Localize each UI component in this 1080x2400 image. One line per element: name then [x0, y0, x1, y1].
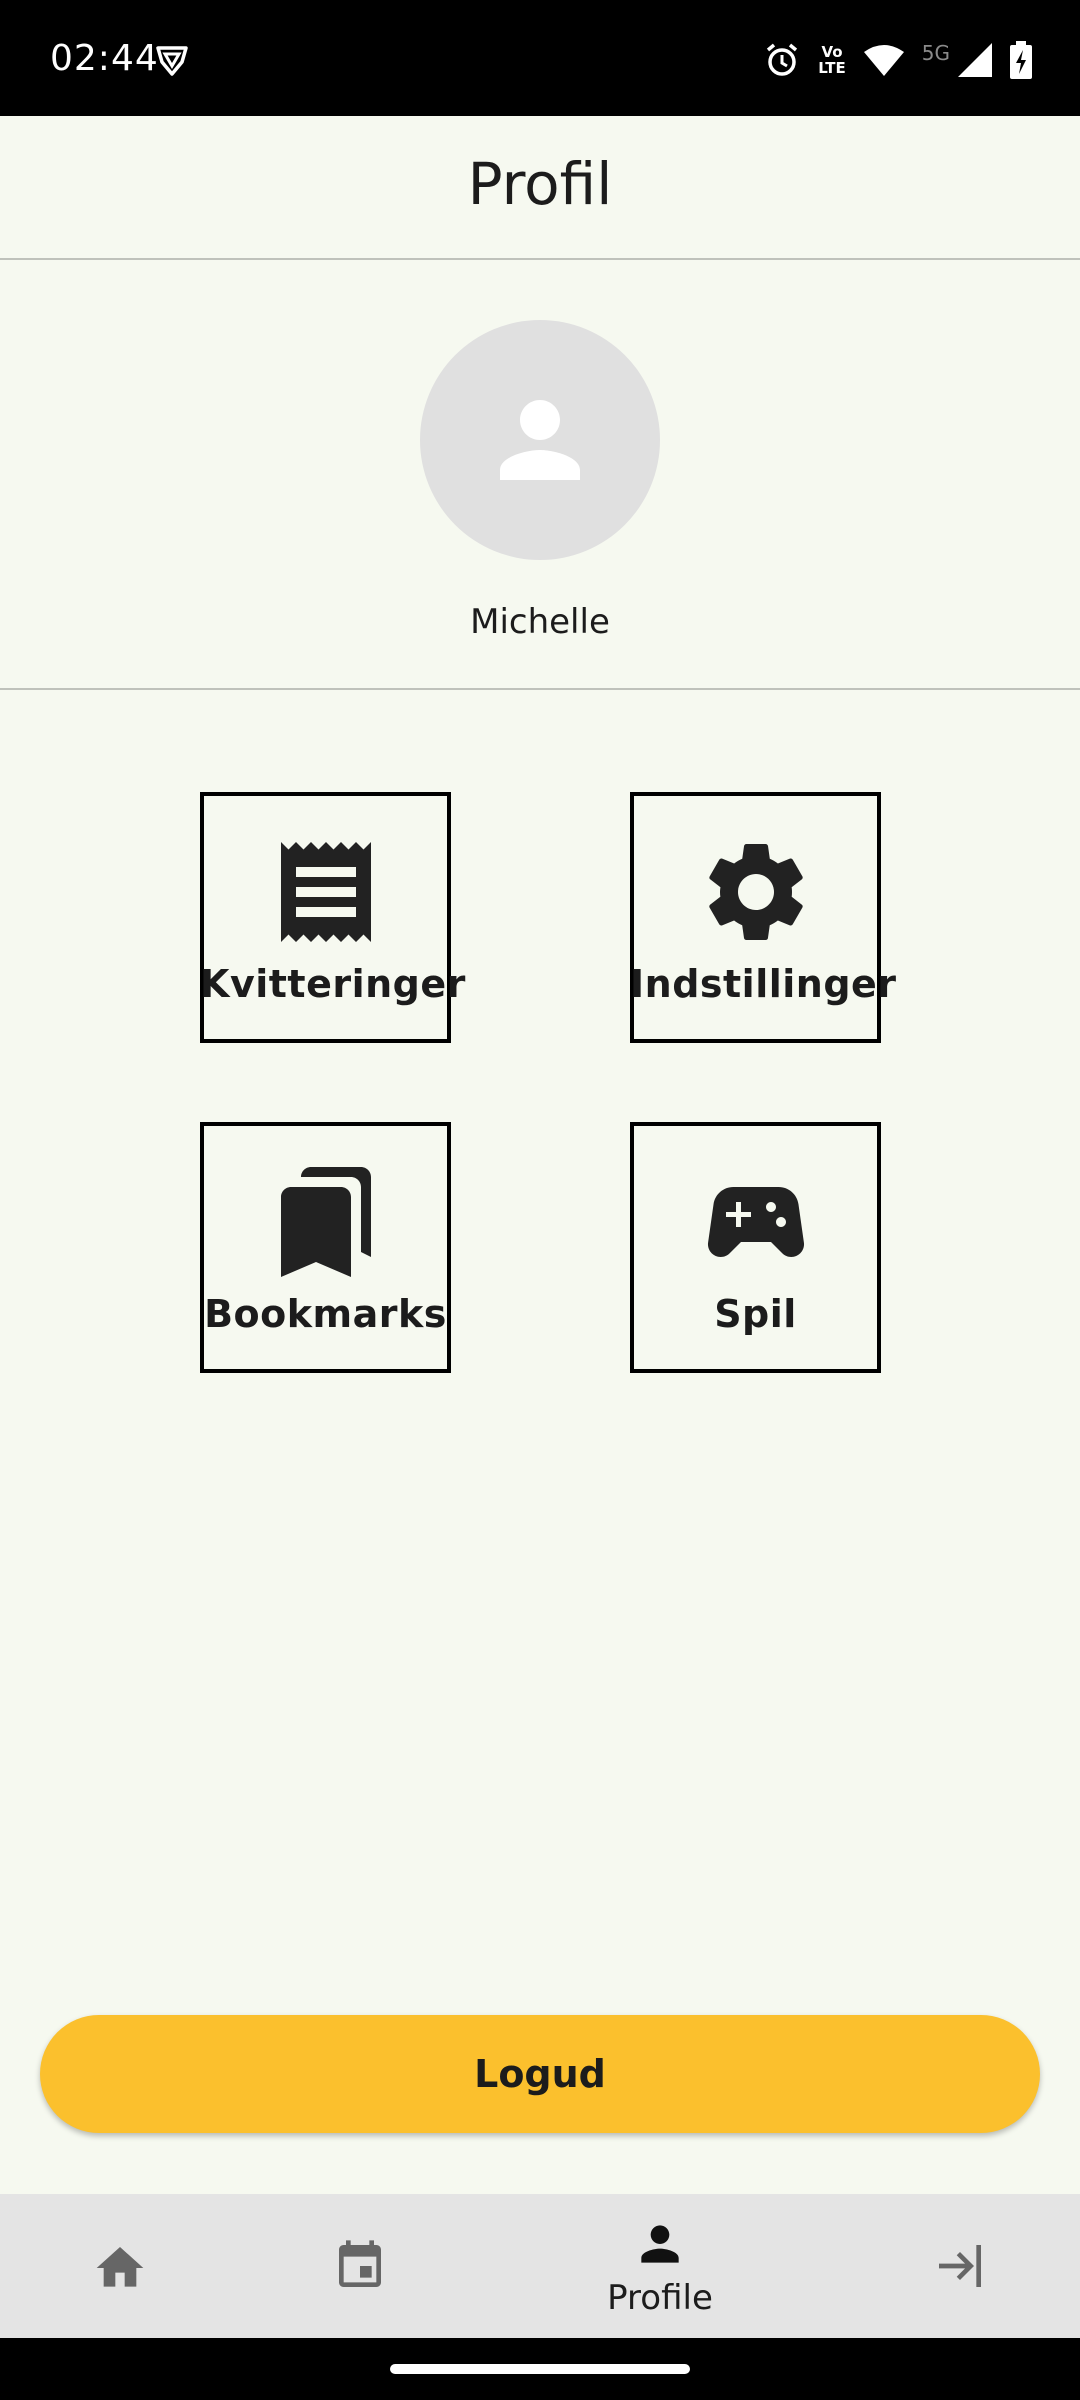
- battery-charging-icon: [1010, 41, 1032, 79]
- volte-top-label: Vo: [821, 43, 843, 61]
- status-icons: Vo LTE 5G: [764, 40, 1032, 80]
- bookmarks-tile[interactable]: Bookmarks: [200, 1122, 451, 1373]
- games-tile[interactable]: Spil: [630, 1122, 881, 1373]
- volte-icon: Vo LTE: [818, 44, 846, 76]
- receipts-tile-label: Kvitteringer: [200, 962, 466, 1006]
- nav-item-profile-label: Profile: [607, 2278, 713, 2318]
- gesture-handle[interactable]: [390, 2364, 690, 2374]
- page-title: Profil: [467, 150, 613, 218]
- avatar[interactable]: [420, 320, 660, 560]
- person-icon: [641, 2225, 679, 2263]
- bottom-navigation: Profile: [0, 2194, 1080, 2338]
- divider: [0, 688, 1080, 690]
- person-icon: [500, 400, 580, 480]
- alarm-icon: [764, 42, 800, 78]
- nav-item-home[interactable]: [20, 2194, 220, 2338]
- bookmarks-tile-label: Bookmarks: [204, 1292, 447, 1336]
- gamepad-icon: [707, 1187, 804, 1257]
- receipt-icon: [280, 842, 371, 942]
- nav-item-login[interactable]: [860, 2194, 1060, 2338]
- login-icon: [939, 2245, 981, 2287]
- home-icon: [96, 2247, 144, 2287]
- calendar-icon: [339, 2240, 381, 2287]
- gear-icon: [708, 844, 803, 940]
- username: Michelle: [470, 602, 610, 642]
- receipts-tile[interactable]: Kvitteringer: [200, 792, 466, 1043]
- nav-item-calendar[interactable]: [260, 2194, 460, 2338]
- network-type-label: 5G: [921, 41, 950, 65]
- wifi-icon: [863, 44, 904, 76]
- system-navigation-bar: [0, 2338, 1080, 2400]
- signal-icon: [958, 43, 992, 77]
- bookmarks-icon: [280, 1167, 371, 1277]
- vpn-icon: [154, 42, 190, 78]
- app-header: Profil: [0, 116, 1080, 260]
- status-time: 02:44: [50, 38, 159, 79]
- nav-item-profile[interactable]: Profile: [560, 2194, 760, 2338]
- settings-tile-label: Indstillinger: [630, 962, 897, 1006]
- settings-tile[interactable]: Indstillinger: [630, 792, 897, 1043]
- games-tile-label: Spil: [714, 1292, 797, 1336]
- volte-bottom-label: LTE: [818, 59, 846, 77]
- status-bar: 02:44 Vo LTE 5G: [0, 0, 1080, 116]
- logout-button[interactable]: Logud: [40, 2015, 1040, 2133]
